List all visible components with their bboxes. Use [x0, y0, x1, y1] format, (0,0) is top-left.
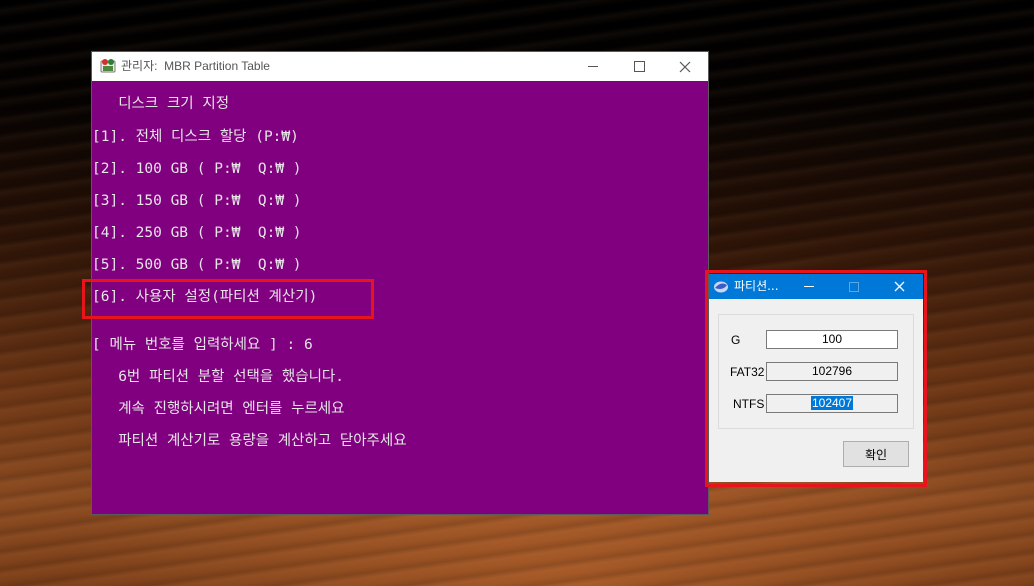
maximize-icon	[849, 281, 859, 292]
menu-option-5: [5]. 500 GB ( P:₩ Q:₩ )	[92, 257, 302, 273]
ntfs-value: 102407	[810, 396, 854, 410]
ok-button[interactable]: 확인	[843, 441, 909, 467]
fat32-label: FAT32	[730, 365, 765, 379]
minimize-icon	[804, 286, 814, 287]
close-button[interactable]	[879, 274, 919, 299]
menu-option-1: [1]. 전체 디스크 할당 (P:₩)	[92, 129, 299, 145]
console-line: 6번 파티션 분할 선택을 했습니다.	[92, 369, 344, 385]
console-line: 파티션 계산기로 용량을 계산하고 닫아주세요	[92, 433, 407, 449]
fat32-field[interactable]: 102796	[766, 362, 898, 381]
menu-option-4: [4]. 250 GB ( P:₩ Q:₩ )	[92, 225, 302, 241]
dialog-titlebar[interactable]: 파티션...	[709, 274, 923, 299]
console-titlebar[interactable]: 관리자: MBR Partition Table	[92, 52, 708, 81]
console-title: 관리자: MBR Partition Table	[121, 59, 270, 73]
highlight-box	[82, 279, 374, 319]
maximize-button[interactable]	[616, 52, 662, 81]
menu-option-2: [2]. 100 GB ( P:₩ Q:₩ )	[92, 161, 302, 177]
maximize-icon	[633, 61, 645, 72]
ntfs-field[interactable]: 102407	[766, 394, 898, 413]
app-icon	[714, 281, 728, 293]
close-icon	[894, 281, 904, 292]
terminal-app-icon	[100, 59, 116, 73]
console-line: 계속 진행하시려면 엔터를 누르세요	[92, 401, 345, 417]
ntfs-label: NTFS	[733, 397, 765, 411]
close-button[interactable]	[662, 52, 708, 81]
minimize-icon	[588, 66, 598, 67]
maximize-button	[834, 274, 874, 299]
minimize-button[interactable]	[570, 52, 616, 81]
dialog-title: 파티션...	[734, 279, 779, 293]
close-icon	[679, 61, 691, 72]
menu-option-3: [3]. 150 GB ( P:₩ Q:₩ )	[92, 193, 302, 209]
g-input[interactable]: 100	[766, 330, 898, 349]
console-line: 디스크 크기 지정	[92, 96, 230, 112]
menu-prompt: [ 메뉴 번호를 입력하세요 ] : 6	[92, 337, 313, 353]
partition-calculator-dialog[interactable]: 파티션... G 100 FAT32 102796 NTFS 102407 확인	[709, 274, 923, 482]
minimize-button[interactable]	[789, 274, 829, 299]
g-label: G	[731, 333, 741, 347]
